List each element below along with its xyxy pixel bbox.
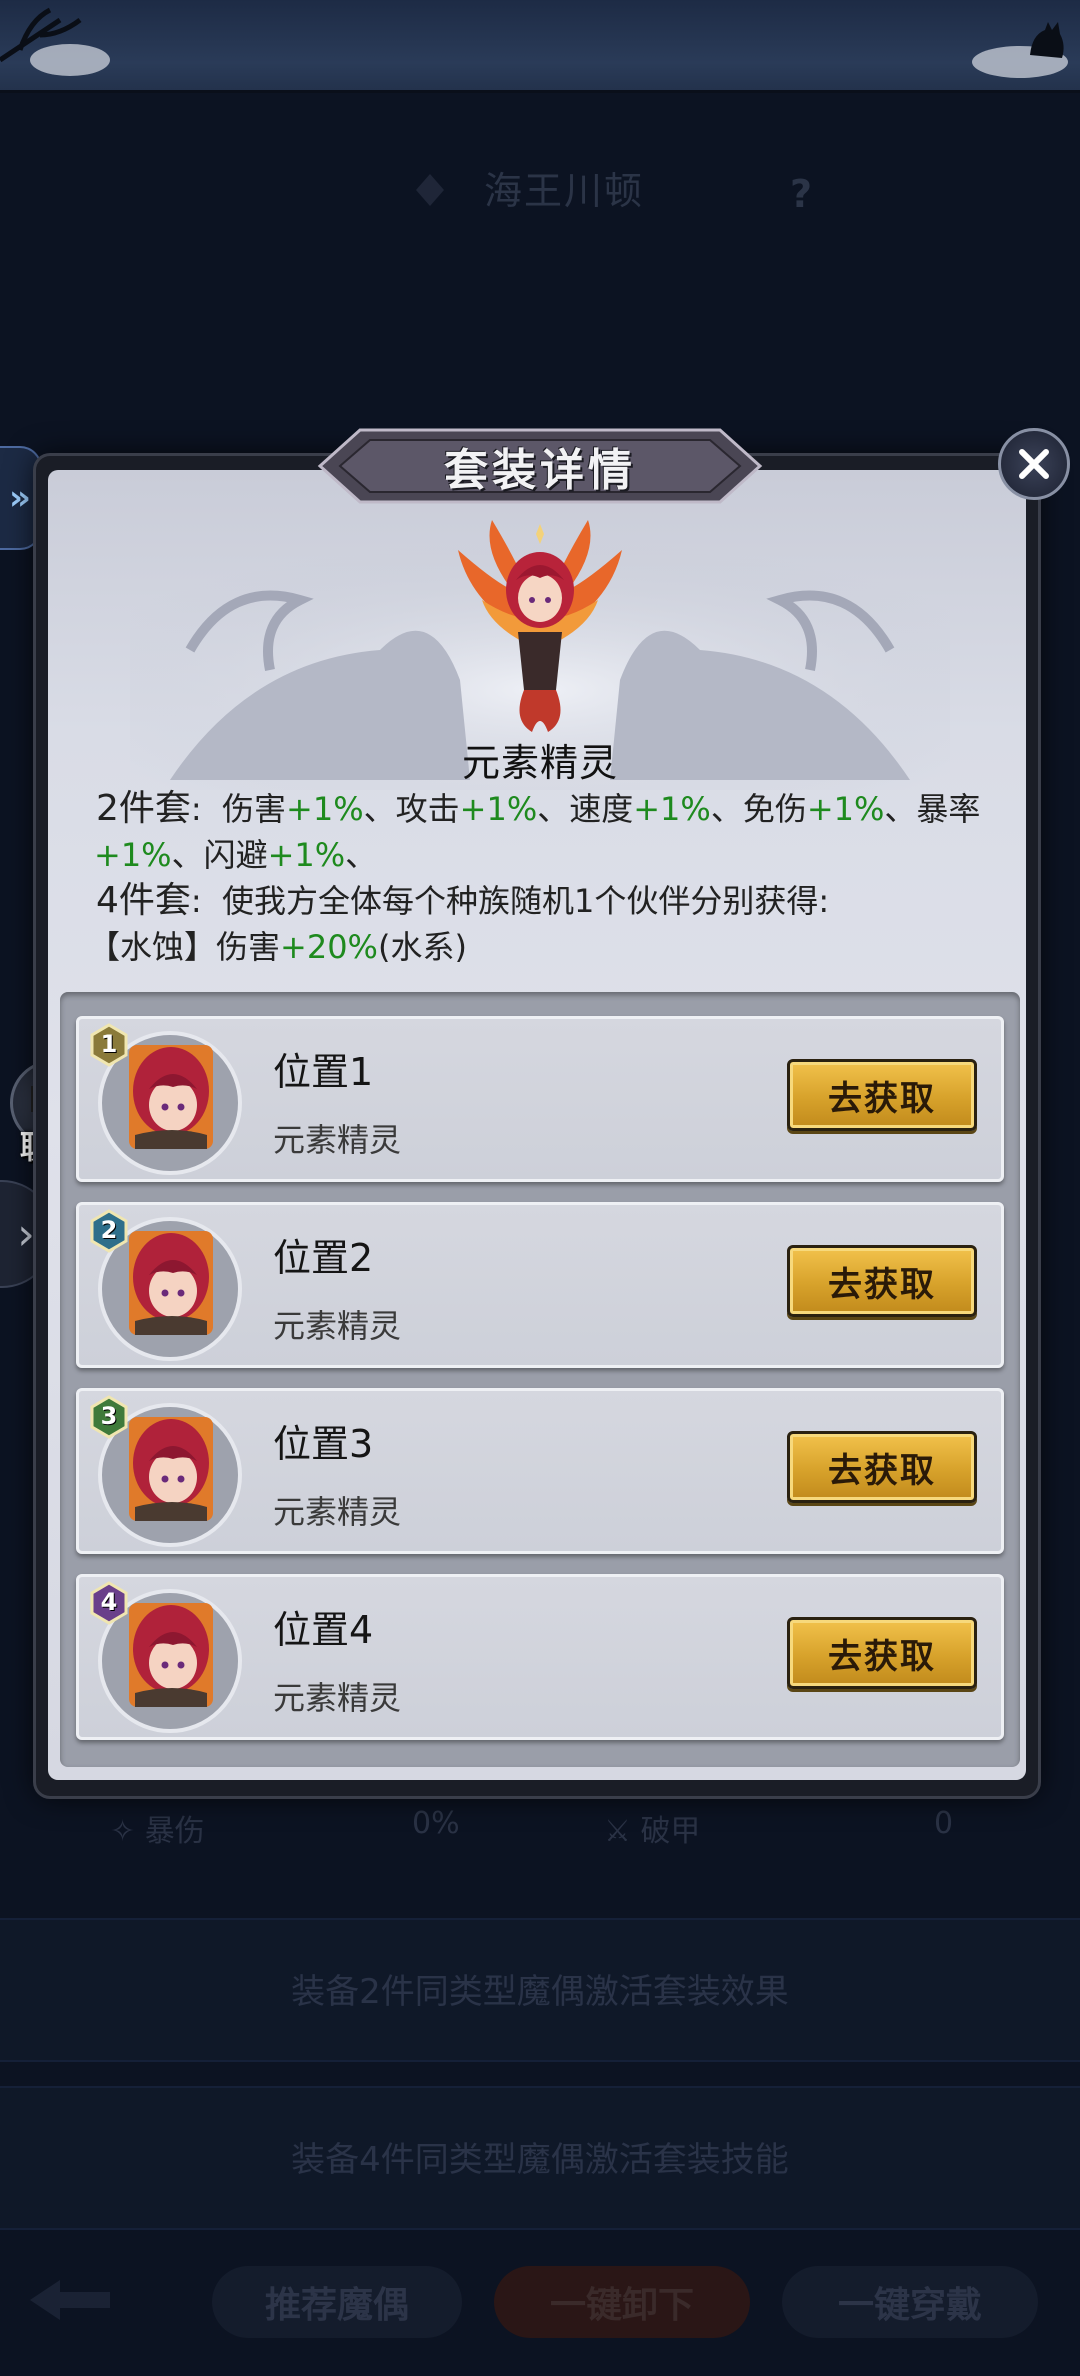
four-piece-label: 4件套 — [96, 880, 191, 921]
modal-title: 套装详情 — [444, 445, 636, 496]
four-piece-bonus-line2: 【水蚀】伤害+20%(水系) — [88, 924, 996, 970]
slot-number: 2 — [100, 1216, 118, 1244]
bonus-value: +1% — [286, 790, 364, 828]
slot-number: 1 — [100, 1030, 118, 1058]
slot-number-badge: 3 — [89, 1395, 129, 1439]
bonus-value: +1% — [459, 790, 538, 828]
bonus-text: 、速度 — [537, 790, 634, 828]
four-piece-effect: 【水蚀】伤害 — [88, 928, 281, 966]
slot-row: 1 位置1 元素精灵 去获取 — [76, 1016, 1004, 1182]
bonus-value: +1% — [806, 790, 885, 828]
slot-row: 2 位置2 元素精灵 去获取 — [76, 1202, 1004, 1368]
slot-title: 位置2 — [273, 1236, 374, 1280]
slot-title: 位置3 — [273, 1422, 374, 1466]
stat-value-armor-break: 0 — [934, 1806, 954, 1841]
bonus-text: 伤害 — [222, 790, 287, 828]
slot-subtitle: 元素精灵 — [273, 1493, 402, 1531]
stat-label-armor-break: ⚔ 破甲 — [604, 1814, 701, 1849]
go-obtain-button[interactable]: 去获取 — [787, 1059, 977, 1131]
two-piece-bonus-line2: +1%、闪避+1%、 — [94, 832, 996, 878]
bonus-value: +1% — [267, 836, 346, 874]
close-icon — [1019, 449, 1049, 479]
close-button[interactable] — [998, 428, 1070, 500]
element-spirit-portrait — [458, 520, 622, 732]
crit-damage-icon: ✧ — [110, 1814, 145, 1849]
recommend-button[interactable]: 推荐魔偶 — [212, 2266, 462, 2338]
unequip-all-button[interactable]: 一键卸下 — [494, 2266, 750, 2338]
set-bonus-description: 2件套: 伤害+1%、攻击+1%、速度+1%、免伤+1%、暴率 +1%、闪避+1… — [88, 786, 996, 970]
slot-subtitle: 元素精灵 — [273, 1307, 402, 1345]
go-obtain-button[interactable]: 去获取 — [787, 1617, 977, 1689]
double-chevron-right-icon: » — [9, 478, 31, 518]
bonus-value: +1% — [633, 790, 711, 828]
cat-silhouette-decoration — [972, 22, 1068, 78]
slot-subtitle: 元素精灵 — [273, 1121, 402, 1159]
set-effect-2-text: 装备2件同类型魔偶激活套装效果 — [291, 1972, 789, 2012]
slot-subtitle: 元素精灵 — [273, 1679, 402, 1717]
help-icon[interactable]: ? — [790, 172, 812, 216]
slot-number-badge: 4 — [89, 1581, 129, 1625]
top-sky-banner — [0, 0, 1080, 93]
bonus-text: 、 — [345, 836, 378, 874]
set-name: 元素精灵 — [461, 741, 618, 785]
two-piece-sep: : — [190, 790, 202, 828]
stat-value-crit-damage: 0% — [412, 1806, 460, 1841]
four-piece-sep: : — [190, 882, 202, 920]
bonus-text: 、免伤 — [710, 790, 807, 828]
slot-title: 位置4 — [273, 1608, 374, 1652]
go-obtain-button[interactable]: 去获取 — [787, 1245, 977, 1317]
bonus-text: 、闪避 — [171, 836, 268, 874]
tree-branch-decoration — [0, 7, 110, 76]
slot-number: 4 — [100, 1588, 118, 1616]
background-hero-title: 海王川顿 — [484, 169, 645, 213]
slot-title: 位置1 — [273, 1050, 374, 1094]
bonus-text: 、暴率 — [884, 790, 981, 828]
four-piece-desc: 使我方全体每个种族随机1个伙伴分别获得: — [222, 882, 830, 920]
four-piece-effect-value: +20% — [280, 928, 378, 966]
two-piece-bonus-line1: 2件套: 伤害+1%、攻击+1%、速度+1%、免伤+1%、暴率 — [96, 786, 996, 832]
stat-label-crit-damage: ✧ 暴伤 — [110, 1814, 205, 1849]
equip-all-button[interactable]: 一键穿戴 — [782, 2266, 1038, 2338]
two-piece-label: 2件套 — [96, 788, 191, 829]
slot-row: 3 位置3 元素精灵 去获取 — [76, 1388, 1004, 1554]
slot-number-badge: 1 — [89, 1023, 129, 1067]
element-icon — [416, 174, 444, 206]
set-effect-4-text: 装备4件同类型魔偶激活套装技能 — [291, 2140, 789, 2180]
four-piece-effect-suffix: (水系) — [377, 928, 467, 966]
chevron-right-icon: › — [17, 1208, 35, 1260]
slot-row: 4 位置4 元素精灵 去获取 — [76, 1574, 1004, 1740]
back-arrow-icon[interactable] — [20, 2270, 120, 2330]
slot-number: 3 — [100, 1402, 118, 1430]
bonus-text: 、攻击 — [363, 790, 460, 828]
slot-number-badge: 2 — [89, 1209, 129, 1253]
bonus-value: +1% — [94, 836, 172, 874]
armor-break-icon: ⚔ — [604, 1814, 641, 1849]
four-piece-bonus-line1: 4件套: 使我方全体每个种族随机1个伙伴分别获得: — [96, 878, 996, 924]
go-obtain-button[interactable]: 去获取 — [787, 1431, 977, 1503]
